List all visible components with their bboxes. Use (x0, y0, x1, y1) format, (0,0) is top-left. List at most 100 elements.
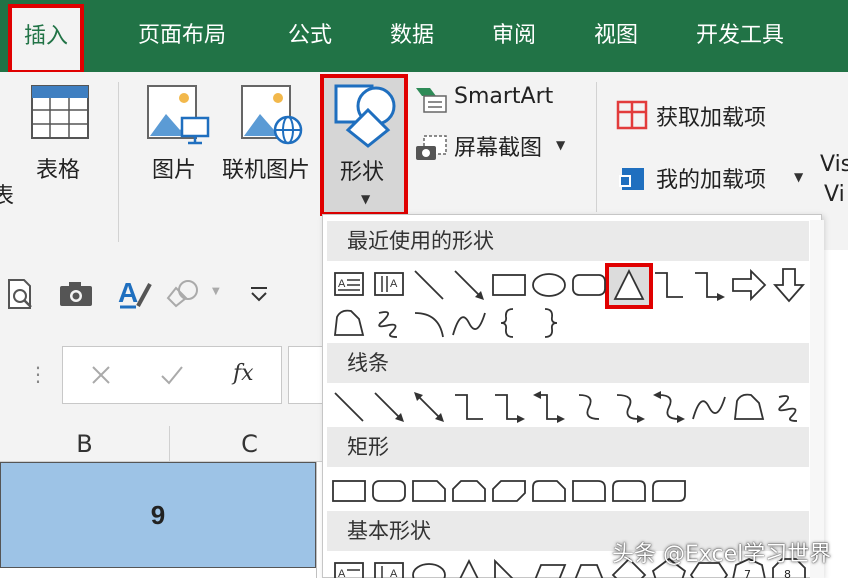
my-addins-label: 我的加载项 (656, 168, 767, 193)
down-arrow-shape-icon[interactable] (769, 265, 809, 305)
selected-cell[interactable]: 9 (0, 462, 316, 568)
shapes-fill-icon[interactable] (166, 278, 202, 308)
shapes-icon (334, 84, 396, 148)
snip-diagonal-rectangle-shape-icon[interactable] (489, 471, 529, 511)
addin-cube-icon (619, 168, 644, 190)
insert-function-button[interactable]: fx (233, 361, 254, 386)
section-rectangles: 矩形 (327, 427, 809, 467)
format-painter-icon[interactable]: A (116, 276, 154, 310)
rectangle-shape-icon[interactable] (489, 265, 529, 305)
tab-view[interactable]: 视图 (594, 16, 638, 56)
elbow-arrow-connector-shape-icon[interactable] (489, 387, 529, 427)
tab-data[interactable]: 数据 (390, 16, 434, 56)
tab-review[interactable]: 审阅 (492, 16, 536, 56)
octagon-number: 8 (784, 568, 791, 578)
scribble-shape-icon[interactable] (369, 303, 409, 343)
scribble-shape-icon[interactable] (769, 387, 809, 427)
column-header-b[interactable]: B (0, 426, 170, 462)
round-diagonal-rectangle-shape-icon[interactable] (649, 471, 689, 511)
line-shape-icon[interactable] (409, 265, 449, 305)
curve-shape-icon[interactable] (449, 303, 489, 343)
triangle-shape-icon[interactable] (609, 265, 649, 305)
table-label: 表格 (36, 158, 81, 183)
svg-text:A: A (338, 278, 346, 290)
right-triangle-shape-icon[interactable] (489, 555, 529, 578)
dropdown-scrollbar[interactable] (810, 220, 824, 578)
right-brace-shape-icon[interactable] (529, 303, 569, 343)
section-lines: 线条 (327, 343, 809, 383)
cut-off-label: 表 (0, 184, 15, 209)
shapes-label: 形状 (340, 160, 385, 185)
chevron-down-icon: ▼ (556, 138, 566, 152)
trapezoid-shape-icon[interactable] (569, 555, 609, 578)
double-arrow-line-shape-icon[interactable] (409, 387, 449, 427)
chevron-down-icon[interactable]: ▼ (212, 286, 220, 297)
pictures-label: 图片 (152, 158, 197, 183)
svg-text:A: A (118, 277, 138, 308)
curve-shape-icon[interactable] (689, 387, 729, 427)
freeform-shape-icon[interactable] (329, 303, 369, 343)
tab-page-layout[interactable]: 页面布局 (138, 16, 226, 56)
tab-formulas[interactable]: 公式 (288, 16, 332, 56)
tab-developer[interactable]: 开发工具 (696, 16, 784, 56)
curved-connector-shape-icon[interactable] (569, 387, 609, 427)
line-shape-icon[interactable] (329, 387, 369, 427)
store-icon (616, 100, 648, 130)
oval-shape-icon[interactable] (529, 265, 569, 305)
quick-access-toolbar: A ▼ (0, 250, 330, 334)
shapes-button[interactable]: 形状 ▼ (320, 74, 408, 216)
round-same-side-rectangle-shape-icon[interactable] (609, 471, 649, 511)
right-arrow-shape-icon[interactable] (729, 265, 769, 305)
cancel-icon[interactable] (89, 363, 113, 387)
rectangle-shape-icon[interactable] (329, 471, 369, 511)
visio-label[interactable]: Vis (820, 152, 848, 177)
column-header-c[interactable]: C (170, 426, 330, 462)
confirm-icon[interactable] (159, 363, 185, 387)
elbow-connector-shape-icon[interactable] (449, 387, 489, 427)
curved-double-arrow-connector-shape-icon[interactable] (649, 387, 689, 427)
more-options-icon[interactable]: ⋮ (28, 362, 48, 386)
screenshot-icon (416, 135, 447, 160)
formula-buttons-box: fx (62, 346, 282, 404)
watermark-text: 头条 @Excel学习世界 (612, 542, 832, 567)
round-single-corner-rectangle-shape-icon[interactable] (569, 471, 609, 511)
tab-insert[interactable]: 插入 (7, 4, 85, 74)
smartart-icon (416, 88, 447, 113)
vertical-textbox-shape-icon[interactable]: A (369, 555, 409, 578)
snip-single-corner-rectangle-shape-icon[interactable] (409, 471, 449, 511)
online-picture-icon (241, 85, 303, 145)
group-divider (596, 82, 597, 212)
section-recent-shapes: 最近使用的形状 (327, 221, 809, 261)
chevron-down-icon: ▼ (794, 170, 804, 184)
freeform-shape-icon[interactable] (729, 387, 769, 427)
snip-same-side-rectangle-shape-icon[interactable] (449, 471, 489, 511)
group-divider (118, 82, 119, 242)
arc-shape-icon[interactable] (409, 303, 449, 343)
elbow-connector-shape-icon[interactable] (649, 265, 689, 305)
parallelogram-shape-icon[interactable] (529, 555, 569, 578)
textbox-shape-icon[interactable]: A (329, 265, 369, 305)
left-brace-shape-icon[interactable] (489, 303, 529, 343)
textbox-shape-icon[interactable]: A (329, 555, 369, 578)
elbow-arrow-connector-shape-icon[interactable] (689, 265, 729, 305)
rounded-rectangle-shape-icon[interactable] (569, 265, 609, 305)
camera-icon[interactable] (58, 280, 94, 308)
snip-round-rectangle-shape-icon[interactable] (529, 471, 569, 511)
rounded-rectangle-shape-icon[interactable] (369, 471, 409, 511)
arrow-line-shape-icon[interactable] (369, 387, 409, 427)
picture-icon (147, 85, 210, 145)
oval-shape-icon[interactable] (409, 555, 449, 578)
triangle-shape-icon[interactable] (449, 555, 489, 578)
arrow-line-shape-icon[interactable] (449, 265, 489, 305)
table-icon (31, 85, 89, 139)
smartart-label: SmartArt (454, 84, 554, 109)
svg-text:A: A (390, 278, 398, 290)
vertical-textbox-shape-icon[interactable]: A (369, 265, 409, 305)
customize-toolbar-icon[interactable] (248, 286, 270, 302)
ribbon-tab-bar: 插入 页面布局 公式 数据 审阅 视图 开发工具 (0, 0, 848, 74)
print-preview-icon[interactable] (6, 278, 36, 310)
get-addins-label: 获取加载项 (656, 106, 767, 131)
shapes-gallery-dropdown: 最近使用的形状 A A 线条 矩形 基本形状 A A 7 8 (322, 214, 822, 578)
curved-arrow-connector-shape-icon[interactable] (609, 387, 649, 427)
elbow-double-arrow-connector-shape-icon[interactable] (529, 387, 569, 427)
